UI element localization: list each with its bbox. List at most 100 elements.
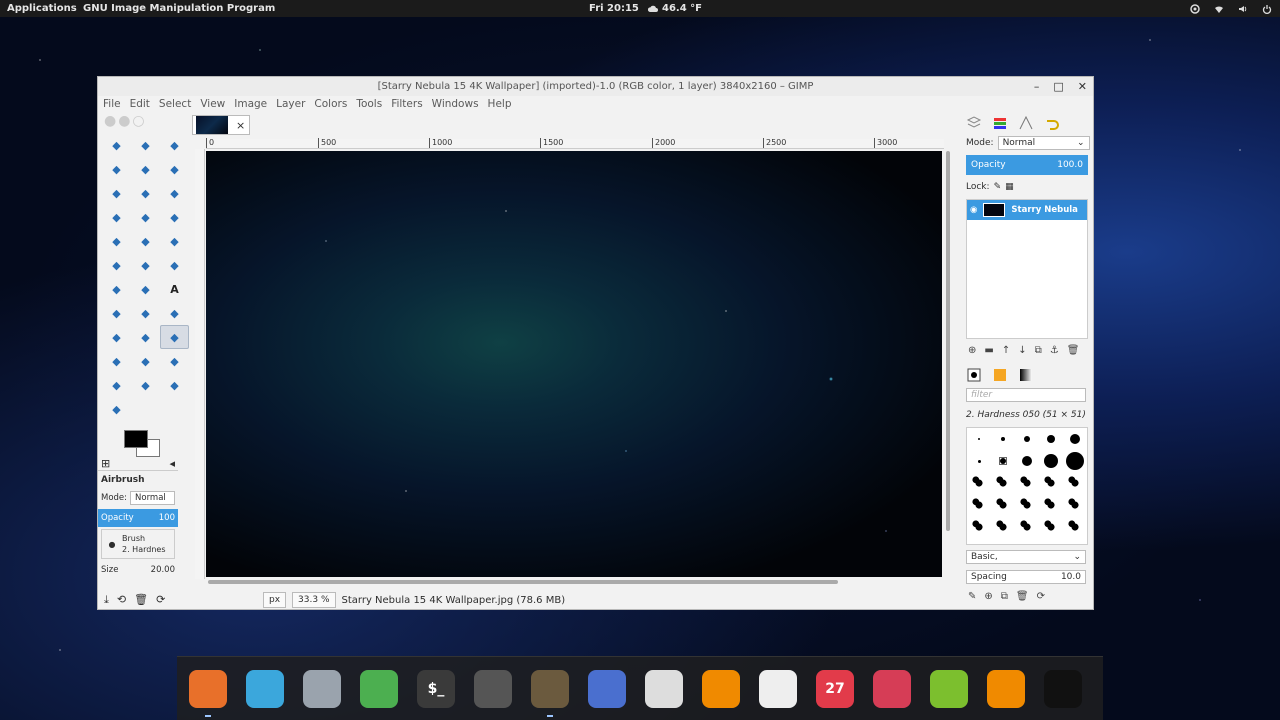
tool-color-select[interactable]: ◆ [131,157,160,181]
brush-selector[interactable]: ● Brush 2. Hardnes [101,529,175,559]
brush-swatch[interactable] [971,497,987,513]
duplicate-brush-icon[interactable]: ⧉ [1001,591,1008,602]
tool-dodge-burn[interactable]: ◆ [102,397,131,421]
brush-swatch[interactable] [1024,436,1030,442]
brush-swatch[interactable] [1070,434,1080,444]
mode-select[interactable]: Normal [130,491,175,505]
tool-paths[interactable]: ◆ [131,181,160,205]
tool-flip[interactable]: ◆ [102,277,131,301]
volume-icon[interactable] [1238,4,1248,14]
tool-free-select[interactable]: ◆ [160,133,189,157]
menu-select[interactable]: Select [159,98,191,110]
menu-image[interactable]: Image [234,98,267,110]
tool-cage[interactable]: ◆ [131,277,160,301]
tool-color-picker[interactable]: ◆ [160,181,189,205]
dock-app-music[interactable] [930,669,968,708]
wifi-icon[interactable] [1214,4,1224,14]
menu-file[interactable]: File [103,98,121,110]
tool-blur[interactable]: ◆ [131,373,160,397]
tool-scale[interactable]: ◆ [102,253,131,277]
brush-swatch[interactable] [1067,497,1083,513]
visibility-eye-icon[interactable]: ◉ [970,205,977,215]
tool-ellipse-select[interactable]: ◆ [131,133,160,157]
wilber-drop-area[interactable]: ●●○ [100,113,182,133]
dock-app-writer[interactable] [645,669,683,708]
channels-tab-icon[interactable] [992,115,1008,131]
dock-app-calculator[interactable] [759,669,797,708]
brush-filter-input[interactable]: filter [966,388,1086,402]
menu-colors[interactable]: Colors [314,98,347,110]
duplicate-layer-icon[interactable]: ⧉ [1035,345,1042,356]
power-icon[interactable] [1262,4,1272,14]
brush-swatch[interactable] [977,459,981,463]
brush-swatch[interactable] [1001,437,1005,441]
zoom-select[interactable]: 33.3 % [292,592,336,608]
window-titlebar[interactable]: [Starry Nebula 15 4K Wallpaper] (importe… [98,77,1093,96]
spacing-slider[interactable]: Spacing 10.0 [966,570,1086,584]
new-group-icon[interactable]: ▬ [984,345,993,356]
tool-move[interactable]: ◆ [160,205,189,229]
dock-app-firefox[interactable] [189,669,227,717]
brush-swatch[interactable] [1044,454,1058,468]
clock[interactable]: Fri 20:15 [589,3,639,14]
brush-swatch[interactable] [995,497,1011,513]
dock-app-terminal[interactable]: $_ [417,669,455,708]
layer-item[interactable]: ◉ Starry Nebula [967,200,1087,220]
brush-swatch[interactable] [971,475,987,491]
tool-fuzzy-select[interactable]: ◆ [102,157,131,181]
tool-align[interactable]: ◆ [102,229,131,253]
applications-menu[interactable]: Applications [7,3,77,14]
menu-filters[interactable]: Filters [391,98,422,110]
layer-opacity-slider[interactable]: Opacity 100.0 [966,155,1088,175]
delete-layer-icon[interactable]: 🗑 [1067,345,1080,356]
brush-swatch[interactable] [1019,475,1035,491]
paths-tab-icon[interactable] [1018,115,1034,131]
patterns-tab-icon[interactable] [992,367,1008,383]
brush-swatch[interactable] [995,519,1011,535]
tool-rotate[interactable]: ◆ [160,229,189,253]
tool-ink[interactable]: ◆ [102,349,131,373]
anchor-layer-icon[interactable]: ⚓ [1050,345,1059,356]
vertical-scrollbar[interactable] [946,151,950,531]
close-button[interactable]: ✕ [1078,80,1087,93]
vertical-ruler[interactable] [195,149,205,579]
horizontal-scrollbar[interactable] [208,580,838,584]
dock-app-settings[interactable] [360,669,398,708]
tool-zoom[interactable]: ◆ [102,205,131,229]
tool-paintbrush[interactable]: ◆ [102,325,131,349]
brush-swatch[interactable] [1067,475,1083,491]
tool-perspective-clone[interactable]: ◆ [102,373,131,397]
brush-swatch[interactable] [978,438,980,440]
brush-swatch[interactable] [971,519,987,535]
menu-edit[interactable]: Edit [130,98,150,110]
unit-select[interactable]: px [263,592,287,608]
tool-blend[interactable]: ◆ [131,301,160,325]
restore-options-icon[interactable]: ⟲ [117,593,126,607]
tool-foreground-select[interactable]: ◆ [102,181,131,205]
brush-swatch[interactable] [1019,519,1035,535]
raise-layer-icon[interactable]: ↑ [1002,345,1010,356]
dock-app-app-grid[interactable] [1044,669,1082,708]
gradients-tab-icon[interactable] [1018,367,1034,383]
tool-crop[interactable]: ◆ [131,229,160,253]
horizontal-ruler[interactable]: 0 500 1000 1500 2000 2500 3000 [206,138,944,149]
dock-app-sync[interactable] [987,669,1025,708]
brush-swatch[interactable] [1043,475,1059,491]
dock-app-video[interactable] [474,669,512,708]
tool-clone[interactable]: ◆ [131,349,160,373]
menu-help[interactable]: Help [488,98,512,110]
undo-history-tab-icon[interactable] [1044,115,1060,131]
opacity-slider[interactable]: Opacity 100 [98,509,178,527]
dock-app-text-editor[interactable] [588,669,626,708]
weather-indicator[interactable]: 46.4 °F [648,3,702,14]
brush-swatch[interactable] [995,475,1011,491]
tool-scissors-select[interactable]: ◆ [160,157,189,181]
spacing-row[interactable]: Spacing 10.0 [962,567,1092,587]
tool-text[interactable]: A [160,277,189,301]
menu-view[interactable]: View [200,98,225,110]
notification-icon[interactable] [1190,3,1200,14]
tool-rect-select[interactable]: ◆ [102,133,131,157]
lock-alpha-icon[interactable]: ▦ [1005,182,1014,192]
save-options-icon[interactable]: ⤓ [104,593,109,607]
close-tab-icon[interactable]: × [236,119,245,132]
